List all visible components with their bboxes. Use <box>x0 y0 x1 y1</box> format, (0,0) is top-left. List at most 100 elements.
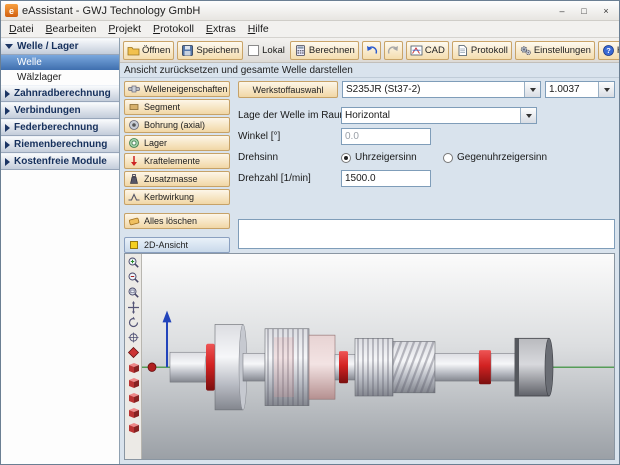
sidebar-section-federberechnung[interactable]: Federberechnung <box>1 119 119 136</box>
settings-button[interactable]: Einstellungen <box>514 40 595 60</box>
pan-icon[interactable] <box>127 301 140 314</box>
sidebar-section-label: Welle / Lager <box>17 41 79 52</box>
app-icon: e <box>5 4 18 17</box>
view-cube-iso-icon[interactable] <box>127 421 140 434</box>
rotation-ccw-option[interactable]: Gegenuhrzeigersinn <box>443 152 547 163</box>
sidebar-section-label: Riemenberechnung <box>14 139 108 150</box>
force-arrow-icon <box>131 156 137 166</box>
view-cube-right-icon[interactable] <box>127 406 140 419</box>
collapsed-triangle-icon <box>5 106 10 115</box>
menu-hilfe[interactable]: Hilfe <box>242 22 275 36</box>
sidebar-item-waelzlager[interactable]: Wälzlager <box>1 70 119 85</box>
radio-cw[interactable] <box>341 152 351 163</box>
redo-button[interactable] <box>383 40 403 60</box>
maximize-button[interactable]: □ <box>575 3 593 18</box>
bore-icon <box>129 120 139 130</box>
cad-drawing-icon <box>410 45 423 55</box>
zoom-window-icon[interactable] <box>127 286 140 299</box>
rotation-ccw-label: Gegenuhrzeigersinn <box>457 152 548 163</box>
chevron-down-icon[interactable] <box>520 108 536 123</box>
menu-bearbeiten[interactable]: Bearbeiten <box>40 22 103 36</box>
shaft-form: Werkstoffauswahl S235JR (St37-2) 1.0037 <box>238 81 615 249</box>
shaft-icon <box>128 85 140 93</box>
axial-bore-button[interactable]: Bohrung (axial) <box>124 117 230 133</box>
clear-all-button[interactable]: Alles löschen <box>124 213 230 229</box>
sidebar-item-welle[interactable]: Welle <box>1 55 119 70</box>
window-title: eAssistant - GWJ Technology GmbH <box>22 4 201 17</box>
speed-label: Drehzahl [1/min] <box>238 173 311 184</box>
undo-arrow-icon <box>366 45 377 54</box>
shaft-3d-render <box>142 310 614 411</box>
rotate-icon[interactable] <box>127 316 140 329</box>
message-area[interactable] <box>238 219 615 249</box>
calculator-icon <box>295 44 305 56</box>
material-row: Werkstoffauswahl S235JR (St37-2) 1.0037 <box>238 81 615 98</box>
menubar: Datei Bearbeiten Projekt Protokoll Extra… <box>1 21 619 38</box>
chevron-down-icon[interactable] <box>524 82 540 97</box>
document-icon <box>458 44 467 56</box>
zoom-in-icon[interactable] <box>127 256 140 269</box>
tool-button-column: Welleneigenschaften Segment Bohrung (axi… <box>124 81 230 253</box>
hint-bar: Ansicht zurücksetzen und gesamte Welle d… <box>120 63 619 78</box>
work-area: Welleneigenschaften Segment Bohrung (axi… <box>120 78 619 464</box>
sidebar-section-welle-lager[interactable]: Welle / Lager <box>1 38 119 55</box>
rotation-cw-option[interactable]: Uhrzeigersinn <box>341 152 443 163</box>
minimize-button[interactable]: – <box>553 3 571 18</box>
radio-ccw[interactable] <box>443 152 453 163</box>
notch-icon <box>128 193 140 201</box>
sidebar-section-label: Zahnradberechnung <box>14 88 111 99</box>
force-elements-button[interactable]: Kraftelemente <box>124 153 230 169</box>
help-button[interactable]: ? Hilfe <box>597 40 619 60</box>
menu-datei[interactable]: Datei <box>3 22 40 36</box>
local-checkbox[interactable] <box>248 44 260 56</box>
sidebar-section-zahnradberechnung[interactable]: Zahnradberechnung <box>1 85 119 102</box>
sidebar-section-label: Verbindungen <box>14 105 81 116</box>
shaft-properties-button[interactable]: Welleneigenschaften <box>124 81 230 97</box>
menu-projekt[interactable]: Projekt <box>102 22 147 36</box>
sidebar-section-kostenfreie-module[interactable]: Kostenfreie Module <box>1 153 119 170</box>
sidebar-section-verbindungen[interactable]: Verbindungen <box>1 102 119 119</box>
calculate-button[interactable]: Berechnen <box>289 40 359 60</box>
view-cube-back-icon[interactable] <box>127 376 140 389</box>
notch-effect-button[interactable]: Kerbwirkung <box>124 189 230 205</box>
local-checkbox-label: Lokal <box>262 44 285 56</box>
chevron-down-icon[interactable] <box>598 82 614 97</box>
expanded-triangle-icon <box>5 44 13 49</box>
speed-input[interactable]: 1500.0 <box>341 170 431 187</box>
angle-row: Winkel [°] 0.0 <box>238 128 615 145</box>
orientation-label: Lage der Welle im Raum <box>238 110 348 121</box>
orientation-combobox[interactable]: Horizontal <box>341 107 537 124</box>
perspective-icon[interactable] <box>127 346 140 359</box>
collapsed-triangle-icon <box>5 89 10 98</box>
zoom-out-icon[interactable] <box>127 271 140 284</box>
segment-button[interactable]: Segment <box>124 99 230 115</box>
local-checkbox-group[interactable]: Lokal <box>246 44 287 56</box>
close-button[interactable]: × <box>597 3 615 18</box>
bearing-icon <box>129 138 139 148</box>
sidebar-section-label: Federberechnung <box>14 122 99 133</box>
help-icon: ? <box>602 44 614 56</box>
bearing-button[interactable]: Lager <box>124 135 230 151</box>
view-cube-front-icon[interactable] <box>127 361 140 374</box>
material-combobox[interactable]: S235JR (St37-2) <box>342 81 541 98</box>
view-cube-left-icon[interactable] <box>127 391 140 404</box>
undo-button[interactable] <box>361 40 381 60</box>
menu-protokoll[interactable]: Protokoll <box>147 22 200 36</box>
angle-input[interactable]: 0.0 <box>341 128 431 145</box>
save-button[interactable]: Speichern <box>177 40 244 60</box>
menu-extras[interactable]: Extras <box>200 22 242 36</box>
additional-mass-button[interactable]: Zusatzmasse <box>124 171 230 187</box>
sidebar-item-label: Welle <box>17 57 42 68</box>
material-select-button[interactable]: Werkstoffauswahl <box>238 81 338 98</box>
speed-row: Drehzahl [1/min] 1500.0 <box>238 170 615 187</box>
center-icon[interactable] <box>127 331 140 344</box>
sidebar-section-riemenberechnung[interactable]: Riemenberechnung <box>1 136 119 153</box>
cad-button[interactable]: CAD <box>405 40 449 60</box>
titlebar[interactable]: e eAssistant - GWJ Technology GmbH – □ × <box>1 1 619 21</box>
orientation-row: Lage der Welle im Raum Horizontal <box>238 107 615 124</box>
material-number-combobox[interactable]: 1.0037 <box>545 81 615 98</box>
view-2d-button[interactable]: 2D-Ansicht <box>124 237 230 253</box>
open-button[interactable]: Öffnen <box>123 40 175 60</box>
protocol-button[interactable]: Protokoll <box>451 40 512 60</box>
shaft-3d-canvas[interactable] <box>142 254 614 459</box>
